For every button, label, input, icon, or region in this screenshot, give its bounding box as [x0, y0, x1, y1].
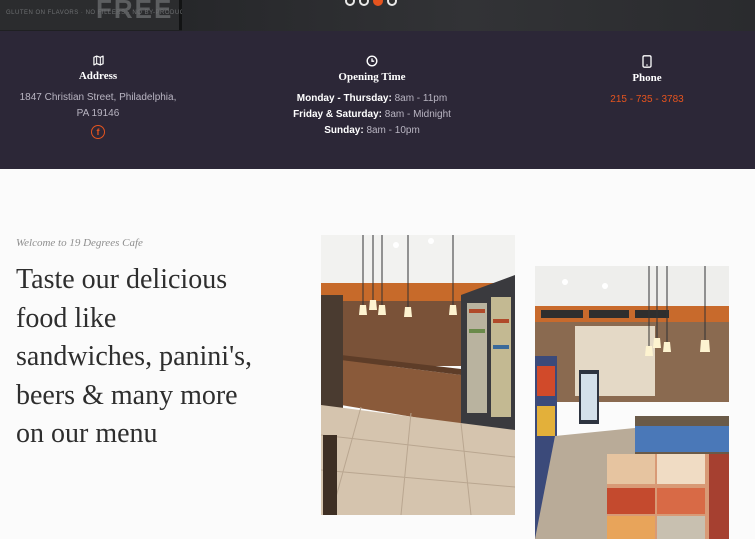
- address-line-1: 1847 Christian Street, Philadelphia,: [19, 92, 177, 103]
- slider-dot-2[interactable]: [359, 0, 369, 6]
- welcome-headline: Taste our delicious food like sandwiches…: [16, 261, 301, 454]
- opening-time-title: Opening Time: [338, 71, 406, 83]
- phone-number-link[interactable]: 215 - 735 - 3783: [610, 94, 683, 105]
- address-title: Address: [78, 70, 118, 82]
- headline-line: food like: [16, 302, 117, 334]
- phone-icon: [642, 55, 652, 68]
- facebook-icon[interactable]: f: [91, 125, 105, 139]
- headline-line: sandwiches, panini's,: [16, 341, 253, 372]
- hero-slider: FREE GLUTEN ON FLAVORS · NO FILLERS · NO…: [0, 0, 755, 31]
- hero-sign-image: FREE GLUTEN ON FLAVORS · NO FILLERS · NO…: [0, 0, 193, 30]
- hours-time: 8am - 10pm: [366, 125, 420, 136]
- hours-row-weekend: Friday & Saturday: 8am - Midnight: [272, 107, 472, 123]
- slider-dot-3[interactable]: [373, 0, 383, 6]
- slider-dot-1[interactable]: [345, 0, 355, 6]
- hours-days: Sunday:: [324, 125, 364, 136]
- hours-time: 8am - 11pm: [394, 93, 448, 104]
- address-line-2: PA 19146: [76, 108, 120, 119]
- info-bar: Address 1847 Christian Street, Philadelp…: [0, 31, 755, 169]
- opening-time-block: Opening Time Monday - Thursday: 8am - 11…: [272, 55, 472, 139]
- cafe-interior-photo-aisle: [535, 266, 729, 539]
- hero-background: [182, 0, 755, 31]
- map-icon: [92, 55, 104, 66]
- hours-row-sunday: Sunday: 8am - 10pm: [272, 123, 472, 139]
- clock-icon: [366, 55, 378, 67]
- hours-time: 8am - Midnight: [384, 109, 451, 120]
- hours-days: Friday & Saturday:: [293, 109, 382, 120]
- address-block: Address 1847 Christian Street, Philadelp…: [0, 55, 196, 140]
- cafe-interior-photo-counter: [321, 235, 515, 515]
- headline-line: Taste our delicious: [16, 264, 228, 295]
- phone-title: Phone: [632, 72, 662, 84]
- welcome-label: Welcome to 19 Degrees Cafe: [16, 237, 143, 249]
- slider-dots: [345, 0, 397, 6]
- phone-block: Phone 215 - 735 - 3783: [575, 55, 719, 108]
- slider-dot-4[interactable]: [387, 0, 397, 6]
- hero-sign-subtext: GLUTEN ON FLAVORS · NO FILLERS · NO BY-P…: [6, 10, 194, 16]
- hours-row-weekday: Monday - Thursday: 8am - 11pm: [272, 91, 472, 107]
- headline-line: beers & many more: [16, 379, 238, 411]
- hours-days: Monday - Thursday:: [296, 93, 392, 104]
- headline-line: on our menu: [16, 418, 158, 449]
